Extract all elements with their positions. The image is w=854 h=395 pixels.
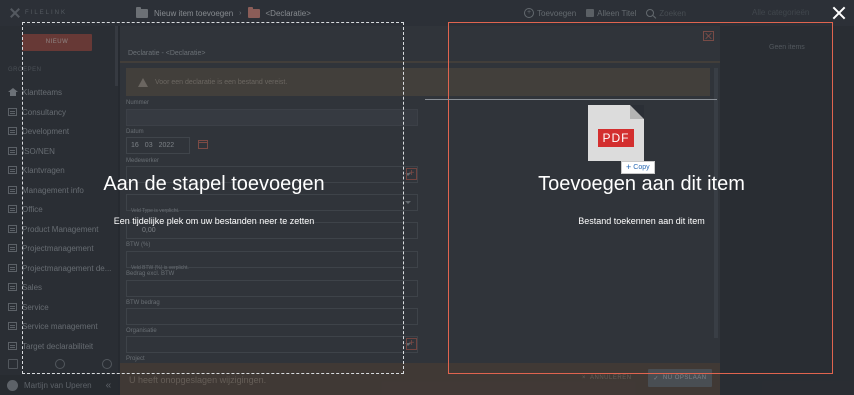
close-overlay-icon[interactable] <box>832 6 846 20</box>
stack-drop-title: Aan de stapel toevoegen <box>103 173 325 195</box>
pdf-corner-fold <box>630 105 644 119</box>
item-drop-zone[interactable]: Toevoegen aan dit item Bestand toekennen… <box>425 22 833 374</box>
copy-cursor-badge: + Copy <box>621 161 655 174</box>
pdf-label: PDF <box>598 129 634 147</box>
copy-label: Copy <box>633 164 650 171</box>
plus-icon: + <box>626 162 632 172</box>
item-drop-description: Bestand toekennen aan dit item <box>578 216 705 226</box>
stack-drop-zone[interactable]: Aan de stapel toevoegen Een tijdelijke p… <box>22 22 404 374</box>
item-drop-title: Toevoegen aan dit item <box>538 173 745 195</box>
drop-zone-divider <box>425 99 717 100</box>
pdf-file-icon[interactable]: PDF <box>588 105 644 161</box>
stack-drop-description: Een tijdelijke plek om uw bestanden neer… <box>113 216 315 226</box>
